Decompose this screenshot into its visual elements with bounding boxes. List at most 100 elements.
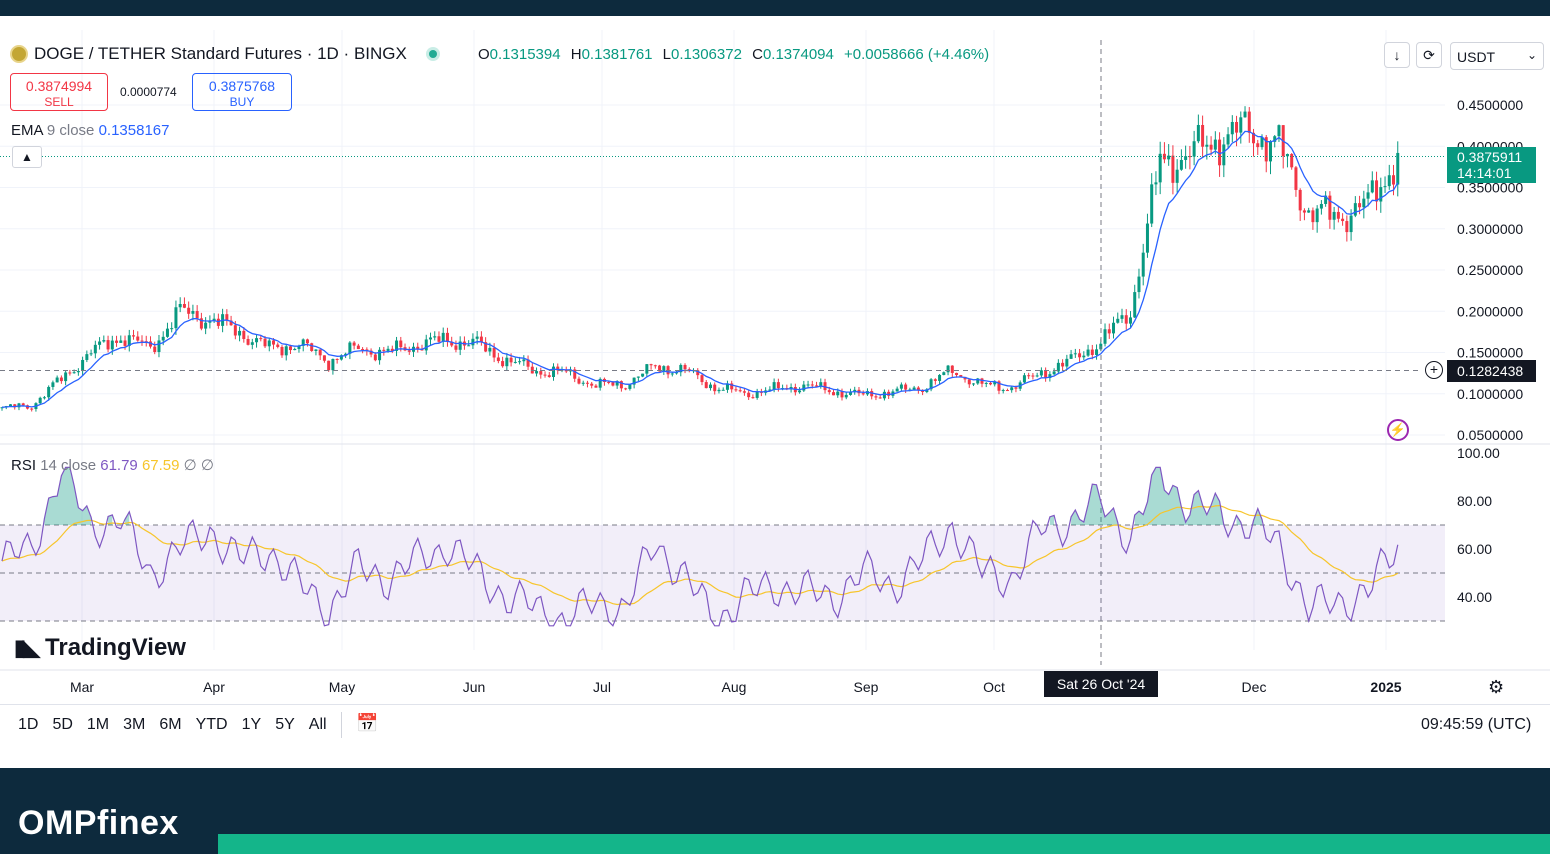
candle-body (399, 340, 403, 348)
candle-body (238, 330, 242, 336)
ohlc-readout: O0.1315394 H0.1381761 L0.1306372 C0.1374… (478, 46, 995, 63)
candle-body (513, 361, 517, 363)
candle-body (119, 340, 123, 343)
collapse-legend-button[interactable]: ▲ (12, 146, 42, 168)
tradingview-logo[interactable]: ▮◣ TradingView (14, 634, 186, 662)
candle-body (844, 394, 848, 398)
candle-body (1158, 153, 1162, 183)
rsi-params: 14 close (40, 457, 97, 474)
candle-body (110, 340, 114, 350)
candle-body (518, 361, 522, 363)
fullscreen-icon[interactable]: ⟳ (1416, 42, 1442, 68)
candle-body (276, 344, 280, 347)
range-5y[interactable]: 5Y (275, 716, 295, 734)
time-tick-label: Sep (854, 679, 879, 695)
candle-body (454, 345, 458, 350)
candle-body (950, 365, 954, 373)
time-tick-label: Oct (983, 679, 1005, 695)
candle-body (1358, 203, 1362, 208)
candle-body (174, 307, 178, 329)
candle-body (424, 339, 428, 351)
candle-body (882, 391, 886, 399)
footer-brand: OMPfinex (18, 804, 179, 842)
calendar-goto-icon[interactable]: 📅 (356, 713, 378, 734)
symbol-title[interactable]: DOGE / TETHER Standard Futures · 1D · BI… (34, 44, 407, 64)
candle-body (1341, 218, 1345, 222)
rsi-flags: ∅ ∅ (183, 457, 214, 474)
range-1y[interactable]: 1Y (242, 716, 262, 734)
ema-legend[interactable]: EMA 9 close 0.1358167 (11, 122, 169, 139)
add-alert-icon[interactable]: + (1425, 361, 1443, 379)
buy-button[interactable]: 0.3875768 BUY (192, 73, 292, 111)
flash-icon[interactable]: ⚡ (1387, 419, 1409, 441)
candle-body (700, 375, 704, 383)
candle-body (522, 359, 526, 362)
rsi-tick-label: 100.00 (1457, 445, 1500, 461)
candle-body (1345, 221, 1349, 233)
candle-body (899, 384, 903, 389)
rsi-overbought-fill (1071, 484, 1118, 525)
candle-body (641, 373, 645, 377)
range-1d[interactable]: 1D (18, 716, 38, 734)
range-all[interactable]: All (309, 716, 327, 734)
candle-body (233, 325, 237, 336)
candle-body (1205, 144, 1209, 147)
candle-body (467, 345, 471, 347)
range-5d[interactable]: 5D (52, 716, 72, 734)
candle-body (1069, 354, 1073, 359)
candle-body (386, 348, 390, 351)
candle-body (1010, 387, 1014, 391)
candle-body (547, 375, 551, 378)
toolbar-divider (341, 712, 342, 738)
candle-body (708, 384, 712, 389)
candle-body (182, 303, 186, 308)
currency-value: USDT (1457, 49, 1496, 65)
candle-body (488, 347, 492, 352)
candle-body (47, 386, 51, 398)
range-6m[interactable]: 6M (159, 716, 181, 734)
candle-body (1209, 144, 1213, 150)
candle-body (76, 371, 80, 373)
candle-body (713, 384, 717, 392)
sell-button[interactable]: 0.3874994 SELL (10, 73, 108, 111)
candle-body (1383, 186, 1387, 188)
candle-body (259, 338, 263, 340)
price-tick-label: 0.0500000 (1457, 427, 1523, 443)
spread-value: 0.0000774 (120, 85, 177, 99)
range-3m[interactable]: 3M (123, 716, 145, 734)
rsi-tick-label: 40.00 (1457, 589, 1492, 605)
candle-body (51, 382, 55, 387)
currency-select[interactable]: USDT ⌄ (1450, 42, 1544, 70)
ohlc-change: +0.0058666 (+4.46%) (844, 46, 990, 63)
rsi-legend[interactable]: RSI 14 close 61.79 67.59 ∅ ∅ (11, 456, 214, 474)
time-tick-label: Aug (722, 679, 747, 695)
candle-body (161, 336, 165, 341)
candle-body (85, 354, 89, 360)
utc-clock[interactable]: 09:45:59 (UTC) (1421, 716, 1531, 734)
ohlc-open: 0.1315394 (489, 46, 561, 63)
candle-body (1375, 180, 1379, 202)
range-ytd[interactable]: YTD (196, 716, 228, 734)
candle-body (1145, 223, 1149, 253)
price-tick-label: 0.1000000 (1457, 386, 1523, 402)
candle-body (1379, 187, 1383, 202)
candle-body (836, 391, 840, 396)
footer-banner: OMPfinex (0, 768, 1550, 854)
candle-body (21, 403, 25, 406)
candle-body (912, 387, 916, 390)
range-1m[interactable]: 1M (87, 716, 109, 734)
candle-body (938, 374, 942, 381)
download-icon[interactable]: ↓ (1384, 42, 1410, 68)
candle-body (581, 382, 585, 384)
candle-body (628, 384, 632, 389)
candle-body (407, 350, 411, 352)
settings-gear-icon[interactable]: ⚙ (1488, 677, 1504, 698)
buy-price: 0.3875768 (208, 78, 276, 94)
candle-body (1268, 141, 1272, 162)
sell-label: SELL (44, 95, 74, 109)
candle-body (1073, 353, 1077, 355)
price-tick-label: 0.4500000 (1457, 97, 1523, 113)
candle-body (1387, 175, 1391, 187)
candle-body (874, 396, 878, 398)
candles (0, 106, 1400, 412)
